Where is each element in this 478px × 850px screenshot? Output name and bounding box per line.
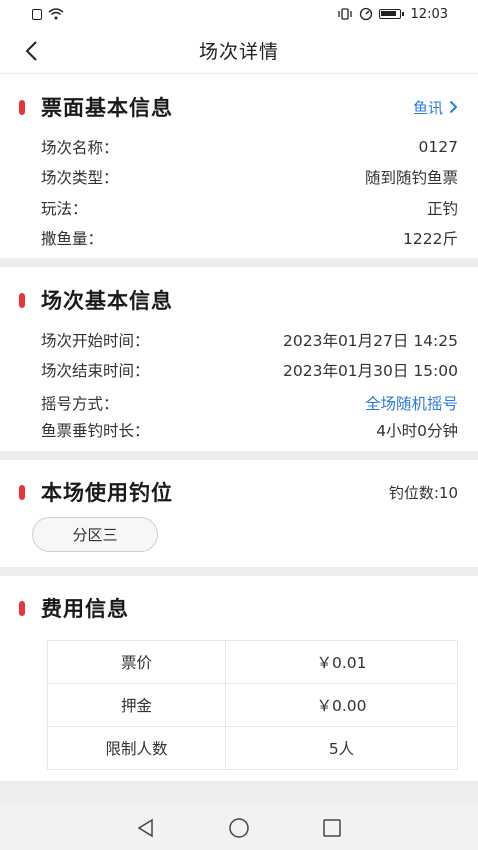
fee-value: 5人 bbox=[225, 726, 458, 770]
row-value: 随到随钓鱼票 bbox=[364, 169, 458, 187]
nav-recent-icon bbox=[322, 818, 341, 837]
back-button[interactable] bbox=[16, 36, 46, 66]
sim-icon bbox=[32, 8, 42, 20]
section-divider bbox=[0, 781, 478, 805]
nav-bar: 场次详情 bbox=[0, 28, 478, 74]
fee-table: 票价 ￥0.01 押金 ￥0.00 限制人数 5人 bbox=[47, 640, 458, 770]
status-bar: 12:03 bbox=[0, 0, 478, 28]
ticket-info-section: 票面基本信息 鱼讯 场次名称： 0127 场次类型： 随到随钓鱼票 玩法： 正钓… bbox=[0, 75, 478, 258]
info-row: 场次名称： 0127 bbox=[41, 136, 458, 158]
nav-back-icon bbox=[137, 818, 154, 837]
page-title: 场次详情 bbox=[198, 41, 279, 63]
section-title: 票面基本信息 bbox=[41, 96, 173, 120]
row-label: 场次结束时间： bbox=[41, 362, 150, 380]
section-divider bbox=[0, 567, 478, 576]
fee-value: ￥0.00 bbox=[225, 683, 458, 727]
table-row: 押金 ￥0.00 bbox=[47, 683, 458, 727]
section-marker bbox=[19, 292, 25, 308]
fish-news-link[interactable]: 鱼讯 bbox=[413, 97, 458, 118]
fee-header: 费用信息 bbox=[0, 593, 478, 623]
status-left bbox=[32, 8, 64, 20]
fee-label: 限制人数 bbox=[47, 726, 226, 770]
spots-header: 本场使用钓位 钓位数:10 bbox=[0, 477, 478, 507]
info-row: 玩法： 正钓 bbox=[41, 197, 458, 219]
session-info-header: 场次基本信息 bbox=[0, 285, 478, 315]
fish-news-label: 鱼讯 bbox=[412, 98, 443, 117]
fee-label: 票价 bbox=[47, 640, 226, 684]
fee-value: ￥0.01 bbox=[225, 640, 458, 684]
row-label: 摇号方式： bbox=[41, 395, 119, 413]
spot-count: 钓位数:10 bbox=[388, 483, 458, 502]
row-value: 0127 bbox=[418, 138, 458, 156]
status-time: 12:03 bbox=[410, 6, 448, 22]
zone-chip[interactable]: 分区三 bbox=[32, 517, 158, 552]
system-back-button[interactable] bbox=[131, 813, 161, 843]
table-row: 限制人数 5人 bbox=[47, 726, 458, 770]
section-marker bbox=[19, 99, 25, 115]
section-title: 费用信息 bbox=[41, 597, 129, 621]
section-title: 场次基本信息 bbox=[41, 289, 173, 313]
row-label: 玩法： bbox=[41, 200, 88, 218]
back-arrow-icon bbox=[25, 41, 37, 61]
battery-icon bbox=[378, 9, 404, 19]
ticket-info-header: 票面基本信息 鱼讯 bbox=[0, 92, 478, 122]
row-value: 2023年01月27日 14:25 bbox=[283, 332, 458, 350]
vibrate-icon bbox=[337, 8, 353, 20]
chevron-right-icon bbox=[449, 100, 458, 114]
row-value: 4小时0分钟 bbox=[376, 422, 458, 440]
section-title: 本场使用钓位 bbox=[41, 481, 173, 505]
session-info-section: 场次基本信息 场次开始时间： 2023年01月27日 14:25 场次结束时间：… bbox=[0, 267, 478, 451]
row-label: 场次类型： bbox=[41, 169, 119, 187]
fee-label: 押金 bbox=[47, 683, 226, 727]
row-label: 撒鱼量： bbox=[41, 230, 104, 248]
info-row: 摇号方式： 全场随机摇号 bbox=[41, 392, 458, 414]
row-label: 鱼票垂钓时长： bbox=[41, 422, 150, 440]
nav-home-icon bbox=[229, 817, 249, 838]
info-row: 场次结束时间： 2023年01月30日 15:00 bbox=[41, 359, 458, 381]
info-row: 场次类型： 随到随钓鱼票 bbox=[41, 166, 458, 188]
section-divider bbox=[0, 258, 478, 267]
row-label: 场次开始时间： bbox=[41, 332, 150, 350]
section-marker bbox=[19, 600, 25, 616]
section-marker bbox=[19, 484, 25, 500]
table-row: 票价 ￥0.01 bbox=[47, 640, 458, 684]
section-divider bbox=[0, 451, 478, 460]
system-home-button[interactable] bbox=[224, 813, 254, 843]
info-row: 鱼票垂钓时长： 4小时0分钟 bbox=[41, 419, 458, 441]
row-label: 场次名称： bbox=[41, 139, 119, 157]
speed-icon bbox=[359, 7, 373, 21]
system-nav-bar bbox=[0, 805, 478, 850]
info-row: 场次开始时间： 2023年01月27日 14:25 bbox=[41, 329, 458, 351]
draw-method-link[interactable]: 全场随机摇号 bbox=[365, 392, 458, 414]
info-row: 撒鱼量： 1222斤 bbox=[41, 227, 458, 249]
status-right: 12:03 bbox=[337, 7, 448, 22]
row-value: 1222斤 bbox=[403, 230, 458, 248]
row-value: 2023年01月30日 15:00 bbox=[283, 362, 458, 380]
system-recent-button[interactable] bbox=[317, 813, 347, 843]
wifi-icon bbox=[48, 8, 64, 20]
row-value: 正钓 bbox=[426, 200, 458, 218]
